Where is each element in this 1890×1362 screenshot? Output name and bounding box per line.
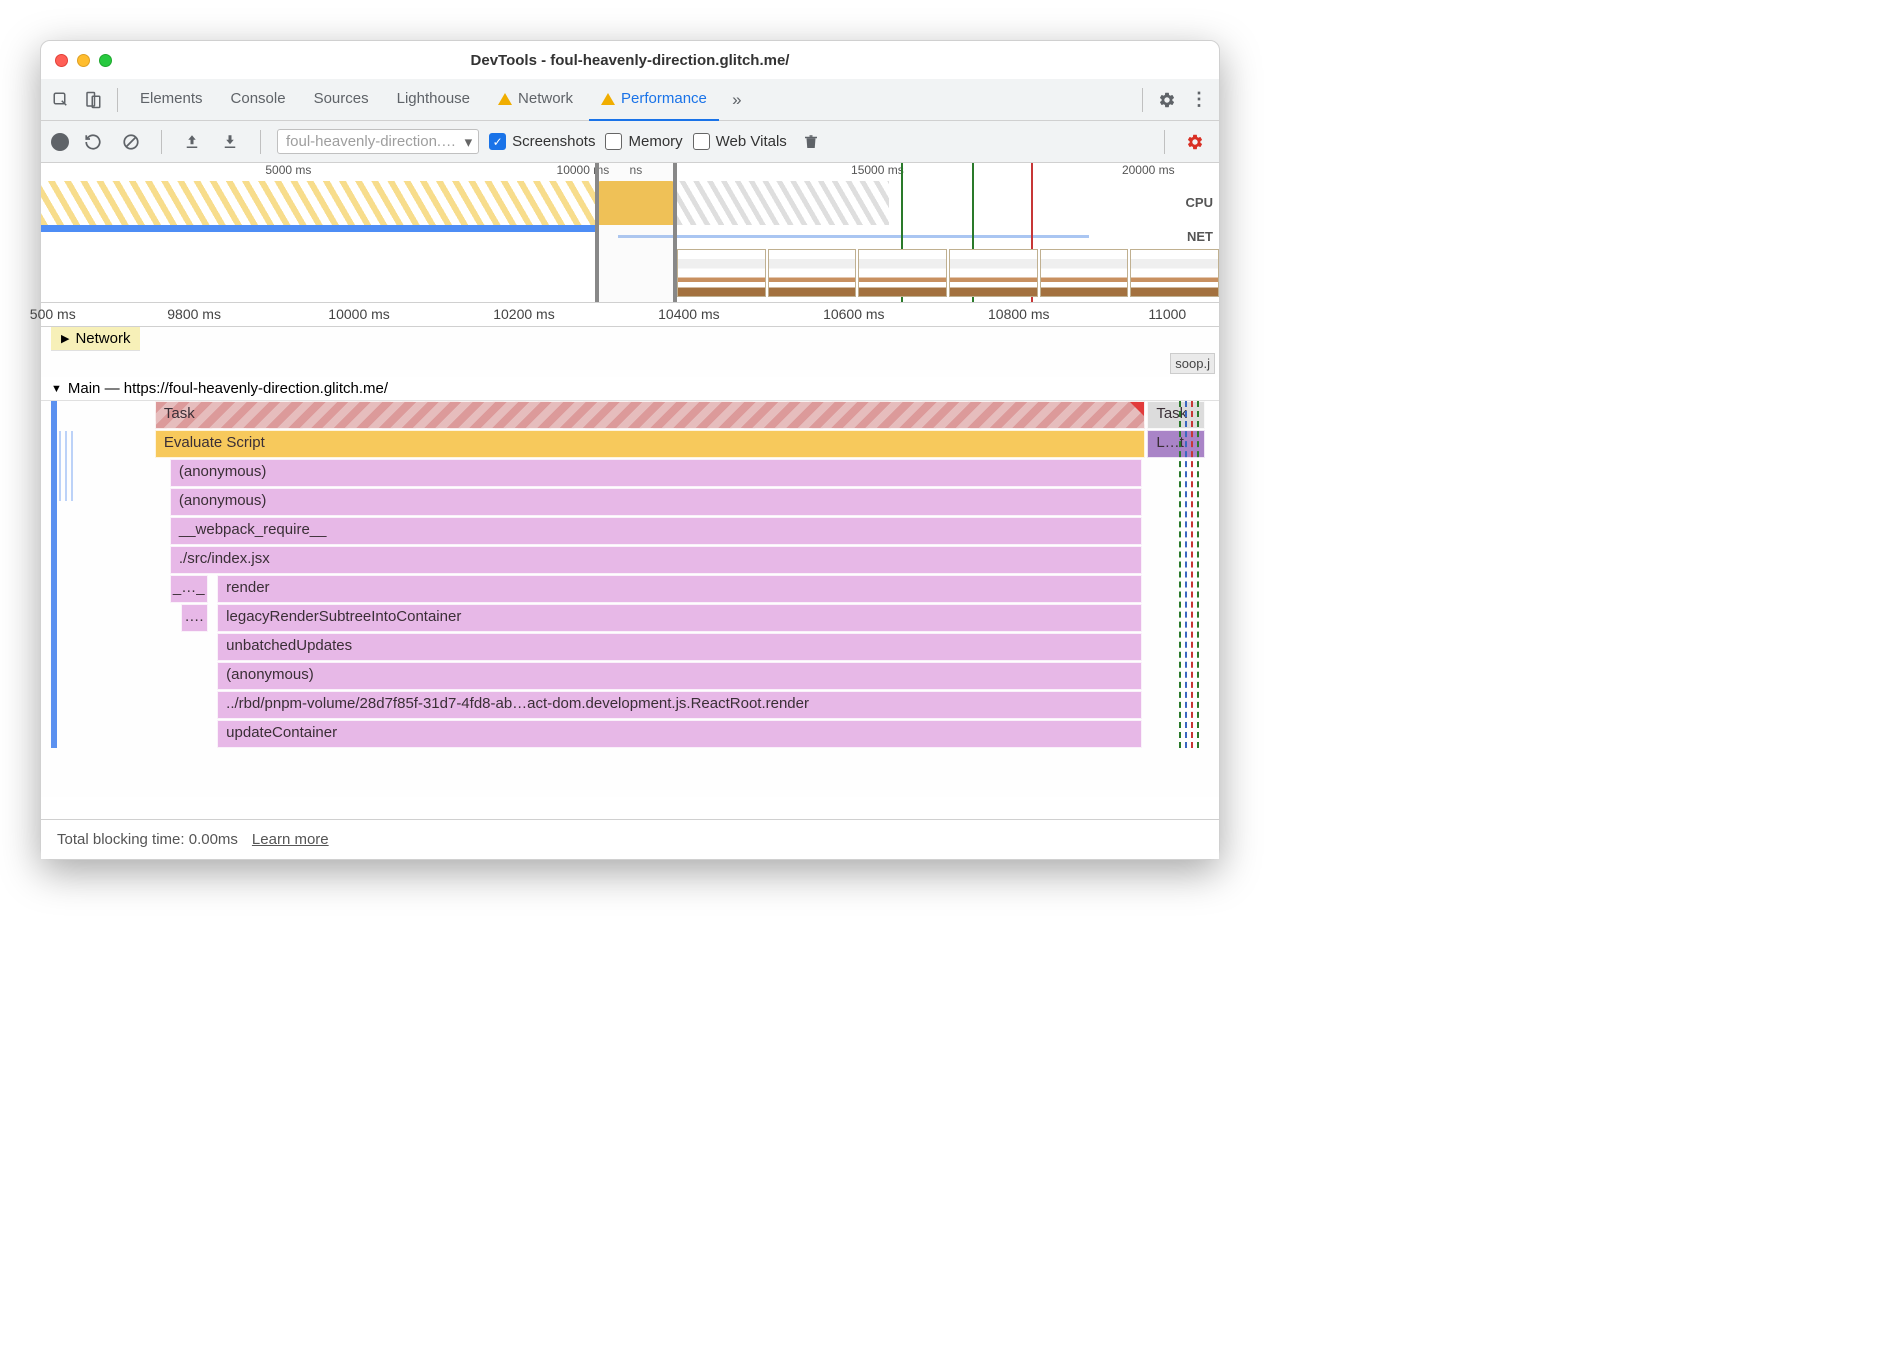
record-button-icon[interactable] (51, 133, 69, 151)
network-track-label: Network (75, 330, 130, 347)
ruler-tick: 10200 ms (493, 306, 554, 322)
flame-frame-prefix[interactable]: _…_ (170, 575, 208, 603)
flame-frame[interactable]: (anonymous) (170, 459, 1142, 487)
screenshots-checkbox[interactable]: Screenshots (489, 133, 595, 150)
inspect-element-icon[interactable] (47, 86, 75, 114)
overview-screenshot-strip (677, 249, 1219, 297)
checkbox-checked-icon (489, 133, 506, 150)
ruler-tick: 10400 ms (658, 306, 719, 322)
screenshot-thumb[interactable] (768, 249, 857, 297)
flame-frame[interactable]: render (217, 575, 1141, 603)
divider (260, 130, 261, 154)
tab-elements[interactable]: Elements (128, 79, 215, 121)
save-profile-icon[interactable] (216, 128, 244, 156)
flame-frame[interactable]: ../rbd/pnpm-volume/28d7f85f-31d7-4fd8-ab… (217, 691, 1141, 719)
blocking-time-label: Total blocking time: 0.00ms (57, 831, 238, 848)
toggle-device-toolbar-icon[interactable] (79, 86, 107, 114)
load-profile-icon[interactable] (178, 128, 206, 156)
web-vitals-checkbox[interactable]: Web Vitals (693, 133, 787, 150)
reload-icon[interactable] (79, 128, 107, 156)
flame-frame[interactable]: updateContainer (217, 720, 1141, 748)
window-title: DevTools - foul-heavenly-direction.glitc… (41, 52, 1219, 69)
performance-toolbar: foul-heavenly-direction.… Screenshots Me… (41, 121, 1219, 163)
flame-frame[interactable]: ./src/index.jsx (170, 546, 1142, 574)
tab-lighthouse[interactable]: Lighthouse (385, 79, 482, 121)
checkbox-icon (605, 133, 622, 150)
screenshot-thumb[interactable] (1040, 249, 1129, 297)
status-footer: Total blocking time: 0.00ms Learn more (41, 819, 1219, 859)
ruler-tick: 10800 ms (988, 306, 1049, 322)
divider (1142, 88, 1143, 112)
marker-dashes (1179, 401, 1199, 748)
flame-frame-prefix[interactable]: …. (181, 604, 208, 632)
capture-settings-gear-icon[interactable] (1181, 128, 1209, 156)
tick-label: 5000 ms (265, 163, 311, 177)
memory-label: Memory (628, 133, 682, 150)
tab-console[interactable]: Console (219, 79, 298, 121)
kebab-menu-icon[interactable]: ⋮ (1185, 86, 1213, 114)
overview-selection-handle[interactable] (595, 163, 677, 302)
screenshot-thumb[interactable] (1130, 249, 1219, 297)
flame-chart-area[interactable]: ▶ Network soop.j ▼ Main — https://foul-h… (41, 327, 1219, 797)
window-titlebar: DevTools - foul-heavenly-direction.glitc… (41, 41, 1219, 79)
ruler-tick: 10600 ms (823, 306, 884, 322)
ruler-tick: 10000 ms (328, 306, 389, 322)
checkbox-icon (693, 133, 710, 150)
screenshot-thumb[interactable] (858, 249, 947, 297)
network-track-row: soop.j (41, 351, 1219, 377)
flame-evaluate-script[interactable]: Evaluate Script (155, 430, 1145, 458)
flame-chart[interactable]: Task Task Evaluate Script L…t (anonymous… (51, 401, 1205, 748)
flame-frame[interactable]: (anonymous) (217, 662, 1141, 690)
cpu-label: CPU (1186, 195, 1213, 210)
tab-network[interactable]: Network (486, 79, 585, 121)
timeline-overview[interactable]: 5000 ms 10000 ms ns 15000 ms 20000 ms CP… (41, 163, 1219, 303)
memory-checkbox[interactable]: Memory (605, 133, 682, 150)
learn-more-link[interactable]: Learn more (252, 831, 329, 848)
net-label: NET (1187, 229, 1213, 244)
tab-performance[interactable]: Performance (589, 79, 719, 121)
window-minimize-button[interactable] (77, 54, 90, 67)
main-track-header[interactable]: ▼ Main — https://foul-heavenly-direction… (41, 377, 1219, 401)
tab-sources[interactable]: Sources (302, 79, 381, 121)
overview-net-bar-light (618, 235, 1089, 238)
divider (117, 88, 118, 112)
network-item[interactable]: soop.j (1170, 353, 1215, 374)
collapse-arrow-icon: ▼ (51, 383, 62, 395)
detail-time-ruler[interactable]: 500 ms 9800 ms 10000 ms 10200 ms 10400 m… (41, 303, 1219, 327)
divider (161, 130, 162, 154)
flame-frame[interactable]: unbatchedUpdates (217, 633, 1141, 661)
tab-performance-label: Performance (621, 90, 707, 107)
tab-network-label: Network (518, 90, 573, 107)
ruler-tick: 500 ms (30, 306, 76, 322)
devtools-tab-strip: Elements Console Sources Lighthouse Netw… (41, 79, 1219, 121)
network-track-header[interactable]: ▶ Network (51, 327, 140, 351)
more-tabs-chevron-icon[interactable]: » (723, 86, 751, 114)
flame-frame[interactable]: (anonymous) (170, 488, 1142, 516)
main-track-label: Main — https://foul-heavenly-direction.g… (68, 380, 388, 397)
screenshot-thumb[interactable] (677, 249, 766, 297)
screenshots-label: Screenshots (512, 133, 595, 150)
expand-arrow-icon: ▶ (61, 332, 69, 345)
flame-frame[interactable]: __webpack_require__ (170, 517, 1142, 545)
flame-task[interactable]: Task (155, 401, 1145, 429)
flame-frame[interactable]: legacyRenderSubtreeIntoContainer (217, 604, 1141, 632)
divider (1164, 130, 1165, 154)
ruler-tick: 9800 ms (167, 306, 221, 322)
web-vitals-label: Web Vitals (716, 133, 787, 150)
tick-label: 20000 ms (1122, 163, 1175, 177)
window-zoom-button[interactable] (99, 54, 112, 67)
overview-net-bar (41, 225, 595, 232)
collect-garbage-trash-icon[interactable] (797, 128, 825, 156)
tick-label: 15000 ms (851, 163, 904, 177)
clear-icon[interactable] (117, 128, 145, 156)
screenshot-thumb[interactable] (949, 249, 1038, 297)
settings-gear-icon[interactable] (1153, 86, 1181, 114)
profile-select-dropdown[interactable]: foul-heavenly-direction.… (277, 129, 479, 154)
window-close-button[interactable] (55, 54, 68, 67)
